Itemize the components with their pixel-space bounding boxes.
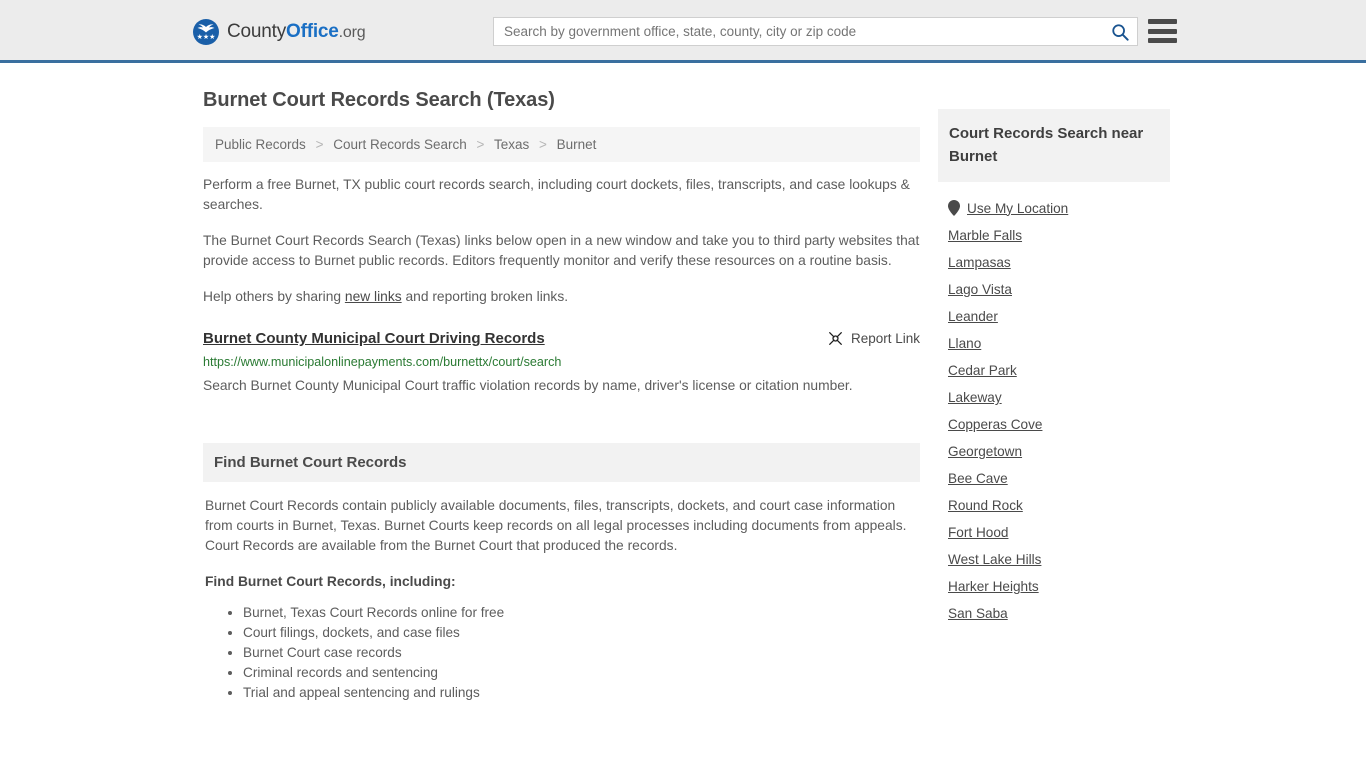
site-header: ★★★ CountyOffice.org	[0, 0, 1366, 63]
sidebar-link[interactable]: Copperas Cove	[948, 417, 1042, 432]
sidebar-link[interactable]: Leander	[948, 309, 998, 324]
sidebar-link[interactable]: Cedar Park	[948, 363, 1017, 378]
search-button[interactable]	[1103, 18, 1137, 45]
sidebar-item-lampasas[interactable]: Lampasas	[938, 249, 1170, 276]
site-logo-text: CountyOffice.org	[227, 21, 366, 43]
sidebar-item-harker-heights[interactable]: Harker Heights	[938, 573, 1170, 600]
sidebar-item-west-lake-hills[interactable]: West Lake Hills	[938, 546, 1170, 573]
panel-description: Burnet Court Records contain publicly av…	[205, 498, 907, 553]
sidebar-item-leander[interactable]: Leander	[938, 303, 1170, 330]
find-records-panel: Find Burnet Court Records Burnet Court R…	[203, 443, 920, 703]
new-links-link[interactable]: new links	[345, 289, 402, 304]
sidebar-item-llano[interactable]: Llano	[938, 330, 1170, 357]
list-item: Criminal records and sentencing	[243, 663, 918, 683]
logo-text-county: County	[227, 21, 287, 42]
sidebar-link[interactable]: Llano	[948, 336, 981, 351]
breadcrumb-item-burnet: Burnet	[556, 137, 597, 152]
report-link-label: Report Link	[850, 331, 920, 346]
sidebar-link[interactable]: Lampasas	[948, 255, 1011, 270]
sidebar-link[interactable]: Lakeway	[948, 390, 1002, 405]
list-item: Court filings, dockets, and case files	[243, 623, 918, 643]
sidebar-item-fort-hood[interactable]: Fort Hood	[938, 519, 1170, 546]
result-title-link[interactable]: Burnet County Municipal Court Driving Re…	[203, 329, 545, 349]
hamburger-bar-2	[1148, 28, 1177, 34]
breadcrumb-item-public-records[interactable]: Public Records	[215, 137, 306, 152]
panel-list-lead: Find Burnet Court Records, including:	[205, 574, 456, 589]
sidebar-link[interactable]: Marble Falls	[948, 228, 1022, 243]
sidebar-item-round-rock[interactable]: Round Rock	[938, 492, 1170, 519]
share-suffix: and reporting broken links.	[401, 289, 569, 304]
breadcrumb: Public Records > Court Records Search > …	[203, 127, 920, 162]
panel-header: Find Burnet Court Records	[203, 443, 920, 482]
sidebar-item-san-saba[interactable]: San Saba	[938, 600, 1170, 627]
disclaimer-paragraph: The Burnet Court Records Search (Texas) …	[203, 233, 920, 268]
sidebar-link[interactable]: West Lake Hills	[948, 552, 1041, 567]
hamburger-bar-1	[1148, 19, 1177, 24]
sidebar-header: Court Records Search near Burnet	[938, 109, 1170, 182]
sidebar-link[interactable]: Fort Hood	[948, 525, 1008, 540]
sidebar-list: Use My Location Marble Falls Lampasas La…	[938, 182, 1170, 627]
eagle-stars-icon: ★★★	[193, 19, 219, 45]
logo-text-org: .org	[338, 24, 366, 41]
map-pin-icon	[948, 200, 960, 216]
result-header-row: Burnet County Municipal Court Driving Re…	[203, 329, 920, 349]
sidebar-link[interactable]: Bee Cave	[948, 471, 1008, 486]
breadcrumb-separator: >	[476, 137, 485, 152]
breadcrumb-separator: >	[315, 137, 324, 152]
sidebar-link[interactable]: Georgetown	[948, 444, 1022, 459]
sidebar-item-use-my-location[interactable]: Use My Location	[938, 194, 1170, 222]
sidebar-link[interactable]: San Saba	[948, 606, 1008, 621]
list-item: Trial and appeal sentencing and rulings	[243, 683, 918, 703]
record-types-list: Burnet, Texas Court Records online for f…	[205, 603, 918, 703]
sidebar-item-marble-falls[interactable]: Marble Falls	[938, 222, 1170, 249]
sidebar-item-georgetown[interactable]: Georgetown	[938, 438, 1170, 465]
search-bar	[493, 17, 1138, 46]
share-prefix: Help others by sharing	[203, 289, 345, 304]
sidebar-link[interactable]: Lago Vista	[948, 282, 1012, 297]
result-description: Search Burnet County Municipal Court tra…	[203, 378, 853, 393]
site-logo[interactable]: ★★★ CountyOffice.org	[193, 19, 366, 45]
page-title: Burnet Court Records Search (Texas)	[203, 89, 555, 111]
search-input[interactable]	[494, 18, 1103, 45]
sidebar-item-bee-cave[interactable]: Bee Cave	[938, 465, 1170, 492]
breadcrumb-item-texas[interactable]: Texas	[494, 137, 529, 152]
panel-body: Burnet Court Records contain publicly av…	[203, 482, 920, 703]
main-content: Burnet Court Records Search (Texas) Publ…	[203, 89, 920, 703]
list-item: Burnet, Texas Court Records online for f…	[243, 603, 918, 623]
sidebar-item-lago-vista[interactable]: Lago Vista	[938, 276, 1170, 303]
breadcrumb-separator: >	[539, 137, 547, 152]
share-paragraph: Help others by sharing new links and rep…	[203, 287, 920, 307]
stars-icon: ★★★	[196, 34, 216, 41]
list-item: Burnet Court case records	[243, 643, 918, 663]
result-url[interactable]: https://www.municipalonlinepayments.com/…	[203, 354, 920, 371]
sidebar-item-cedar-park[interactable]: Cedar Park	[938, 357, 1170, 384]
search-icon	[1112, 23, 1129, 41]
broken-link-icon	[829, 332, 842, 345]
hamburger-bar-3	[1148, 38, 1177, 43]
result-item: Burnet County Municipal Court Driving Re…	[203, 329, 920, 398]
logo-text-office: Office	[286, 21, 339, 42]
sidebar-link[interactable]: Harker Heights	[948, 579, 1039, 594]
sidebar-link[interactable]: Round Rock	[948, 498, 1023, 513]
use-my-location-link[interactable]: Use My Location	[967, 201, 1068, 216]
breadcrumb-item-court-records-search[interactable]: Court Records Search	[333, 137, 467, 152]
nearby-sidebar: Court Records Search near Burnet Use My …	[938, 109, 1170, 627]
report-link-button[interactable]: Report Link	[827, 329, 920, 347]
hamburger-menu-button[interactable]	[1148, 19, 1177, 43]
sidebar-item-lakeway[interactable]: Lakeway	[938, 384, 1170, 411]
sidebar-item-copperas-cove[interactable]: Copperas Cove	[938, 411, 1170, 438]
intro-paragraph: Perform a free Burnet, TX public court r…	[203, 177, 910, 212]
